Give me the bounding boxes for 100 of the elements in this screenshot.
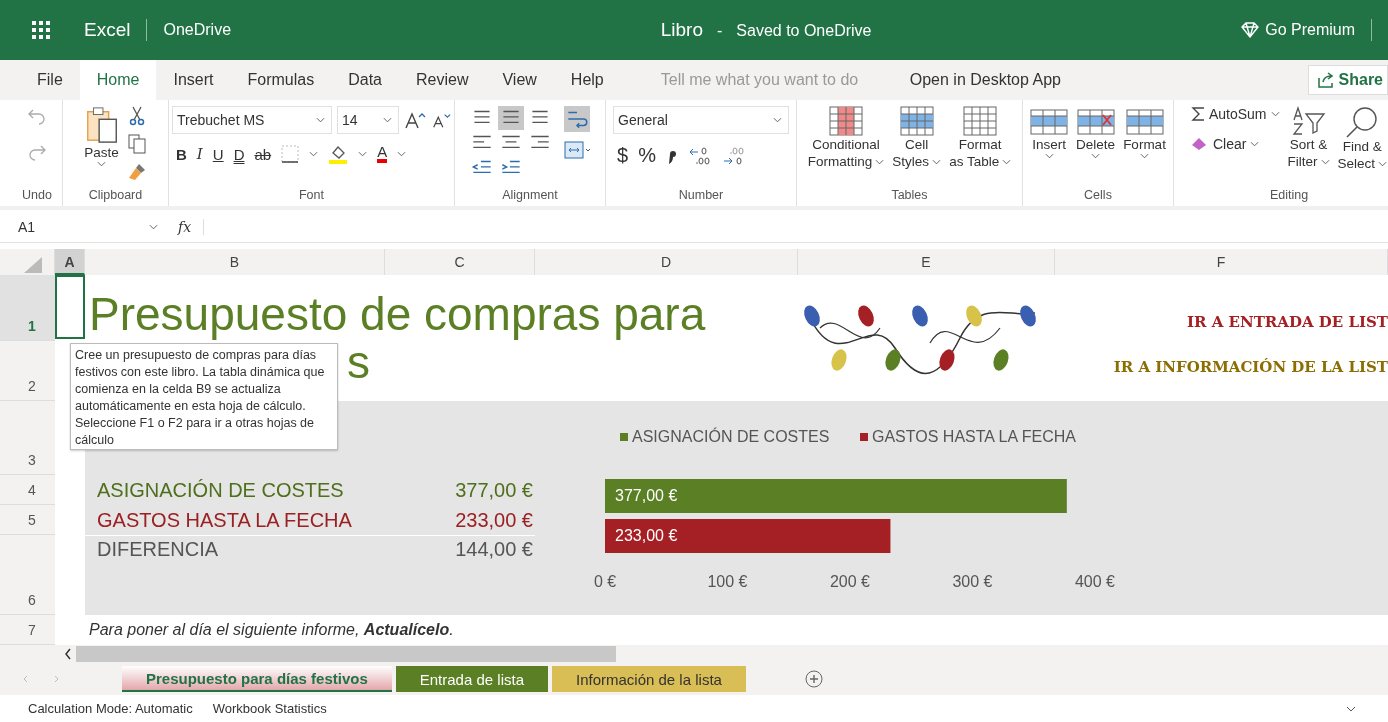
name-box[interactable]: A1 bbox=[0, 219, 166, 235]
number-format-button[interactable]: $ bbox=[617, 144, 629, 167]
ribbon-tab[interactable]: File bbox=[20, 60, 80, 100]
sheet-tab[interactable]: Información de la lista bbox=[552, 666, 746, 692]
go-premium-button[interactable]: Go Premium bbox=[1241, 21, 1355, 39]
document-title[interactable]: Libro bbox=[660, 19, 703, 41]
eraser-icon bbox=[1190, 137, 1209, 151]
merge-cells-icon[interactable] bbox=[563, 140, 591, 160]
sheet-link[interactable]: IR A INFORMACIÓN DE LA LIST bbox=[1113, 358, 1388, 376]
ribbon-tab[interactable]: Help bbox=[553, 60, 621, 100]
axis-tick-label: 0 € bbox=[593, 573, 617, 590]
open-in-desktop-button[interactable]: Open in Desktop App bbox=[892, 60, 1078, 100]
ribbon-group-label: Tables bbox=[890, 188, 929, 204]
column-header[interactable]: F bbox=[1055, 249, 1388, 275]
cells-button[interactable]: Insert bbox=[1030, 106, 1069, 159]
find-select-button[interactable]: Find & Select bbox=[1337, 106, 1388, 172]
cells-button[interactable]: Format bbox=[1123, 106, 1166, 159]
copy-icon[interactable] bbox=[127, 134, 146, 154]
row-header[interactable]: 2 bbox=[0, 341, 55, 401]
ribbon-tab[interactable]: View bbox=[485, 60, 554, 100]
tell-me-field[interactable]: Tell me what you want to do bbox=[658, 70, 893, 90]
chevron-down-icon bbox=[316, 117, 325, 123]
location-link[interactable]: OneDrive bbox=[163, 21, 232, 39]
summary-value: 144,00 € bbox=[385, 535, 535, 561]
status-item[interactable]: Calculation Mode: Automatic bbox=[28, 701, 193, 716]
decrease-decimal-icon[interactable] bbox=[721, 145, 746, 166]
paste-button[interactable]: Paste bbox=[84, 106, 119, 167]
share-icon bbox=[1316, 72, 1335, 88]
clear-button[interactable]: Clear bbox=[1190, 136, 1260, 152]
add-sheet-icon[interactable] bbox=[803, 669, 824, 689]
font-style-button[interactable]: I bbox=[196, 145, 203, 163]
column-header[interactable]: C bbox=[385, 249, 535, 275]
ribbon-group-label: Number bbox=[677, 188, 725, 204]
ribbon-tab[interactable]: Data bbox=[331, 60, 399, 100]
chevron-down-icon bbox=[1091, 153, 1101, 159]
chevron-down-icon[interactable] bbox=[358, 151, 368, 157]
chevron-down-icon[interactable] bbox=[309, 151, 319, 157]
row-header[interactable]: 1 bbox=[0, 275, 55, 341]
borders-icon[interactable] bbox=[281, 145, 300, 163]
table-style-button[interactable]: Cell Styles bbox=[892, 106, 942, 170]
table-style-button[interactable]: Conditional Formatting bbox=[807, 106, 885, 170]
column-header[interactable]: A bbox=[55, 249, 85, 275]
number-format-dropdown[interactable]: General bbox=[613, 106, 789, 134]
font-style-button[interactable]: U bbox=[212, 145, 224, 163]
sheet-tab[interactable]: Presupuesto para días festivos bbox=[122, 666, 392, 692]
ribbon-tab[interactable]: Home bbox=[79, 60, 157, 100]
table-row-icon bbox=[1076, 106, 1115, 136]
chevron-down-icon bbox=[1270, 111, 1280, 117]
sheet-link[interactable]: IR A ENTRADA DE LIST bbox=[1186, 313, 1388, 331]
ribbon-group-label: Alignment bbox=[501, 188, 559, 204]
shrink-font-icon[interactable] bbox=[431, 111, 451, 129]
number-format-button[interactable]: % bbox=[638, 144, 656, 167]
insert-function-button[interactable]: fx bbox=[166, 219, 205, 235]
ribbon-group-label: Cells bbox=[1083, 188, 1113, 204]
column-header[interactable]: B bbox=[85, 249, 385, 275]
font-style-button[interactable]: ab bbox=[254, 145, 272, 163]
sigma-icon bbox=[1190, 106, 1205, 122]
share-button[interactable]: Share bbox=[1307, 65, 1388, 95]
wrap-text-icon[interactable] bbox=[564, 106, 590, 132]
axis-tick-label: 300 € bbox=[952, 573, 993, 590]
axis-tick-label: 400 € bbox=[1075, 573, 1115, 590]
horizontal-scrollbar[interactable] bbox=[76, 646, 616, 662]
app-name[interactable]: Excel bbox=[84, 19, 131, 41]
chevron-down-icon[interactable] bbox=[397, 151, 407, 157]
align-icon[interactable] bbox=[498, 106, 524, 130]
font-style-button[interactable]: B bbox=[176, 145, 187, 163]
fill-color-icon[interactable] bbox=[328, 144, 349, 164]
grow-font-icon[interactable] bbox=[404, 111, 426, 129]
sheet-tab[interactable]: Entrada de lista bbox=[395, 666, 548, 692]
summary-value: 377,00 € bbox=[454, 478, 534, 502]
chevron-down-icon bbox=[1320, 158, 1330, 165]
status-item[interactable]: Workbook Statistics bbox=[212, 701, 327, 716]
increase-decimal-icon[interactable] bbox=[687, 145, 712, 166]
font-color-button[interactable]: A bbox=[377, 145, 388, 163]
sheet-title: s bbox=[347, 341, 370, 383]
chevron-down-icon[interactable] bbox=[1346, 705, 1356, 712]
save-status: Saved to OneDrive bbox=[736, 22, 872, 40]
row-header[interactable]: 7 bbox=[0, 615, 55, 645]
summary-label: DIFERENCIA bbox=[85, 535, 385, 561]
cells-button[interactable]: Delete bbox=[1076, 106, 1116, 159]
ribbon-tab[interactable]: Formulas bbox=[230, 60, 332, 100]
app-launcher-icon[interactable] bbox=[32, 21, 50, 39]
column-header[interactable]: E bbox=[798, 249, 1055, 275]
row-header[interactable]: 3 bbox=[0, 401, 55, 475]
row-header[interactable]: 5 bbox=[0, 505, 55, 535]
column-header[interactable]: D bbox=[535, 249, 798, 275]
autosum-button[interactable]: AutoSum bbox=[1190, 106, 1280, 122]
ribbon-tab[interactable]: Review bbox=[398, 60, 486, 100]
row-header[interactable]: 6 bbox=[0, 535, 55, 615]
sort-filter-button[interactable]: Sort & Filter bbox=[1287, 106, 1330, 170]
brush-icon[interactable] bbox=[126, 162, 147, 182]
table-style-button[interactable]: Format as Table bbox=[949, 106, 1012, 170]
font-name-dropdown[interactable]: Trebuchet MS bbox=[172, 106, 332, 134]
ribbon-group-label: Clipboard bbox=[87, 188, 144, 204]
font-size-dropdown[interactable]: 14 bbox=[337, 106, 399, 134]
ribbon-tab[interactable]: Insert bbox=[156, 60, 231, 100]
font-style-button[interactable]: D bbox=[233, 145, 245, 163]
scissors-icon[interactable] bbox=[128, 106, 145, 126]
active-cell[interactable] bbox=[55, 275, 85, 339]
row-header[interactable]: 4 bbox=[0, 475, 55, 505]
